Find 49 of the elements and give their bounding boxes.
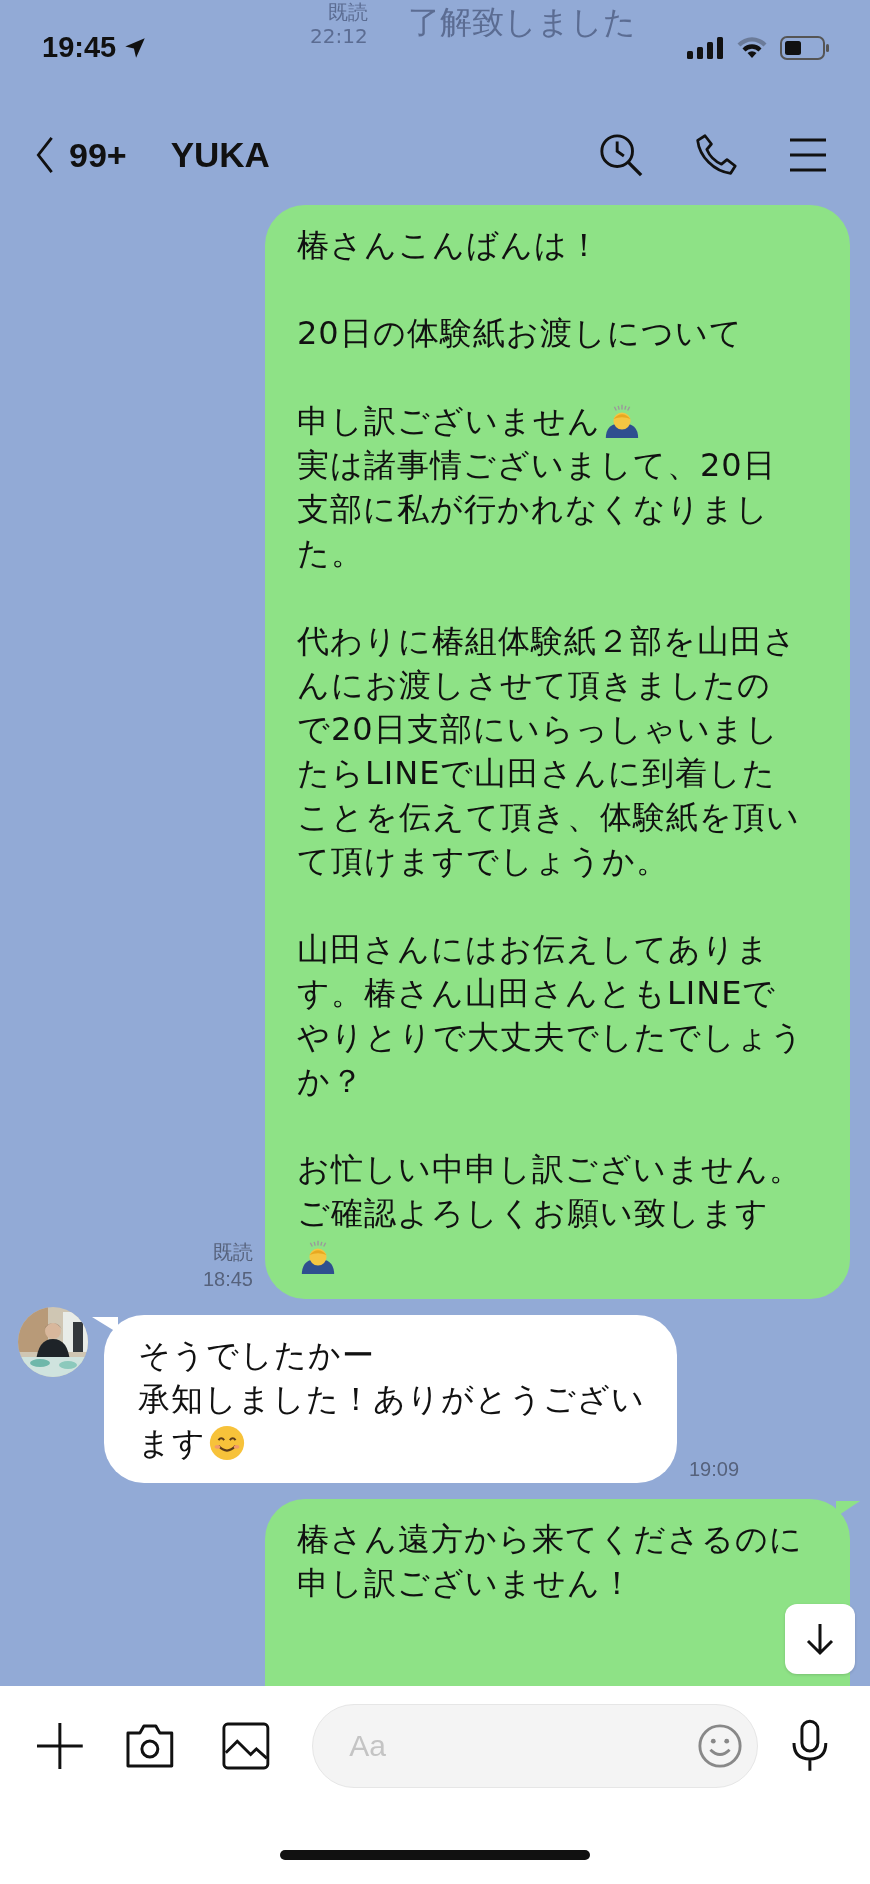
message-text: 椿さん遠方から来てくださるのに xyxy=(297,1519,803,1560)
bowing-person-emoji-icon xyxy=(299,1238,337,1276)
menu-icon[interactable] xyxy=(788,137,828,173)
message-text: ことを伝えて頂き、体験紙を頂い xyxy=(297,797,800,838)
message-text: た。 xyxy=(297,533,364,574)
message-text: お忙しい中申し訳ございません。 xyxy=(297,1149,802,1190)
camera-icon[interactable] xyxy=(124,1723,175,1769)
message-text: か？ xyxy=(297,1061,364,1102)
read-status: 既読 xyxy=(327,0,368,24)
message-time: 18:45 xyxy=(202,1267,253,1292)
emoji-icon[interactable] xyxy=(697,1723,744,1769)
message-text: 承知しました！ありがとうござい xyxy=(138,1379,645,1420)
message-text: 20日の体験紙お渡しについて xyxy=(297,313,743,354)
battery-icon xyxy=(780,35,830,60)
bowing-person-emoji-icon xyxy=(603,402,641,440)
message-text: 申し訳ございません xyxy=(297,401,601,442)
wifi-icon xyxy=(736,35,768,60)
message-text: 山田さんにはお伝えしてありま xyxy=(297,929,770,970)
phone-icon[interactable] xyxy=(694,133,738,177)
message-text: やりとりで大丈夫でしたでしょう xyxy=(297,1017,804,1058)
microphone-icon[interactable] xyxy=(790,1719,830,1773)
message-text: ます xyxy=(138,1423,206,1464)
plus-icon[interactable] xyxy=(35,1721,85,1771)
back-button[interactable]: 99+ xyxy=(35,135,127,175)
arrow-down-icon xyxy=(805,1622,835,1656)
message-text: たらLINEで山田さんに到着した xyxy=(297,753,777,794)
status-time: 19:45 xyxy=(42,31,117,64)
chat-title: YUKA xyxy=(170,135,270,175)
search-icon[interactable] xyxy=(598,132,644,178)
signal-icon xyxy=(686,36,724,59)
message-text: 代わりに椿組体験紙２部を山田さ xyxy=(297,621,797,662)
image-icon[interactable] xyxy=(222,1722,271,1770)
message-time: 19:09 xyxy=(689,1457,740,1482)
message-text: んにお渡しさせて頂きましたの xyxy=(297,665,771,706)
message-text: す。椿さん山田さんともLINEで xyxy=(297,973,777,1014)
read-status: 既読 xyxy=(213,1240,253,1265)
message-text: 椿さんこんばんは！ xyxy=(297,225,601,266)
message-text: で20日支部にいらっしゃいまし xyxy=(297,709,779,750)
smiling-face-emoji-icon xyxy=(208,1424,246,1462)
message-text: 実は諸事情ございまして、20日 xyxy=(297,445,776,486)
message-time: 22:12 xyxy=(310,24,368,48)
message-text: 申し訳ございません！ xyxy=(297,1563,634,1604)
back-chevron-icon xyxy=(35,136,55,174)
message-text: て頂けますでしょうか。 xyxy=(297,841,669,882)
message-text: ご確認よろしくお願い致します xyxy=(297,1193,769,1234)
message-text: そうでしたかー xyxy=(138,1335,375,1376)
scroll-down-button[interactable] xyxy=(785,1604,855,1674)
message-text: 了解致しました xyxy=(407,2,636,43)
message-text: 支部に私が行かれなくなりまし xyxy=(297,489,769,530)
